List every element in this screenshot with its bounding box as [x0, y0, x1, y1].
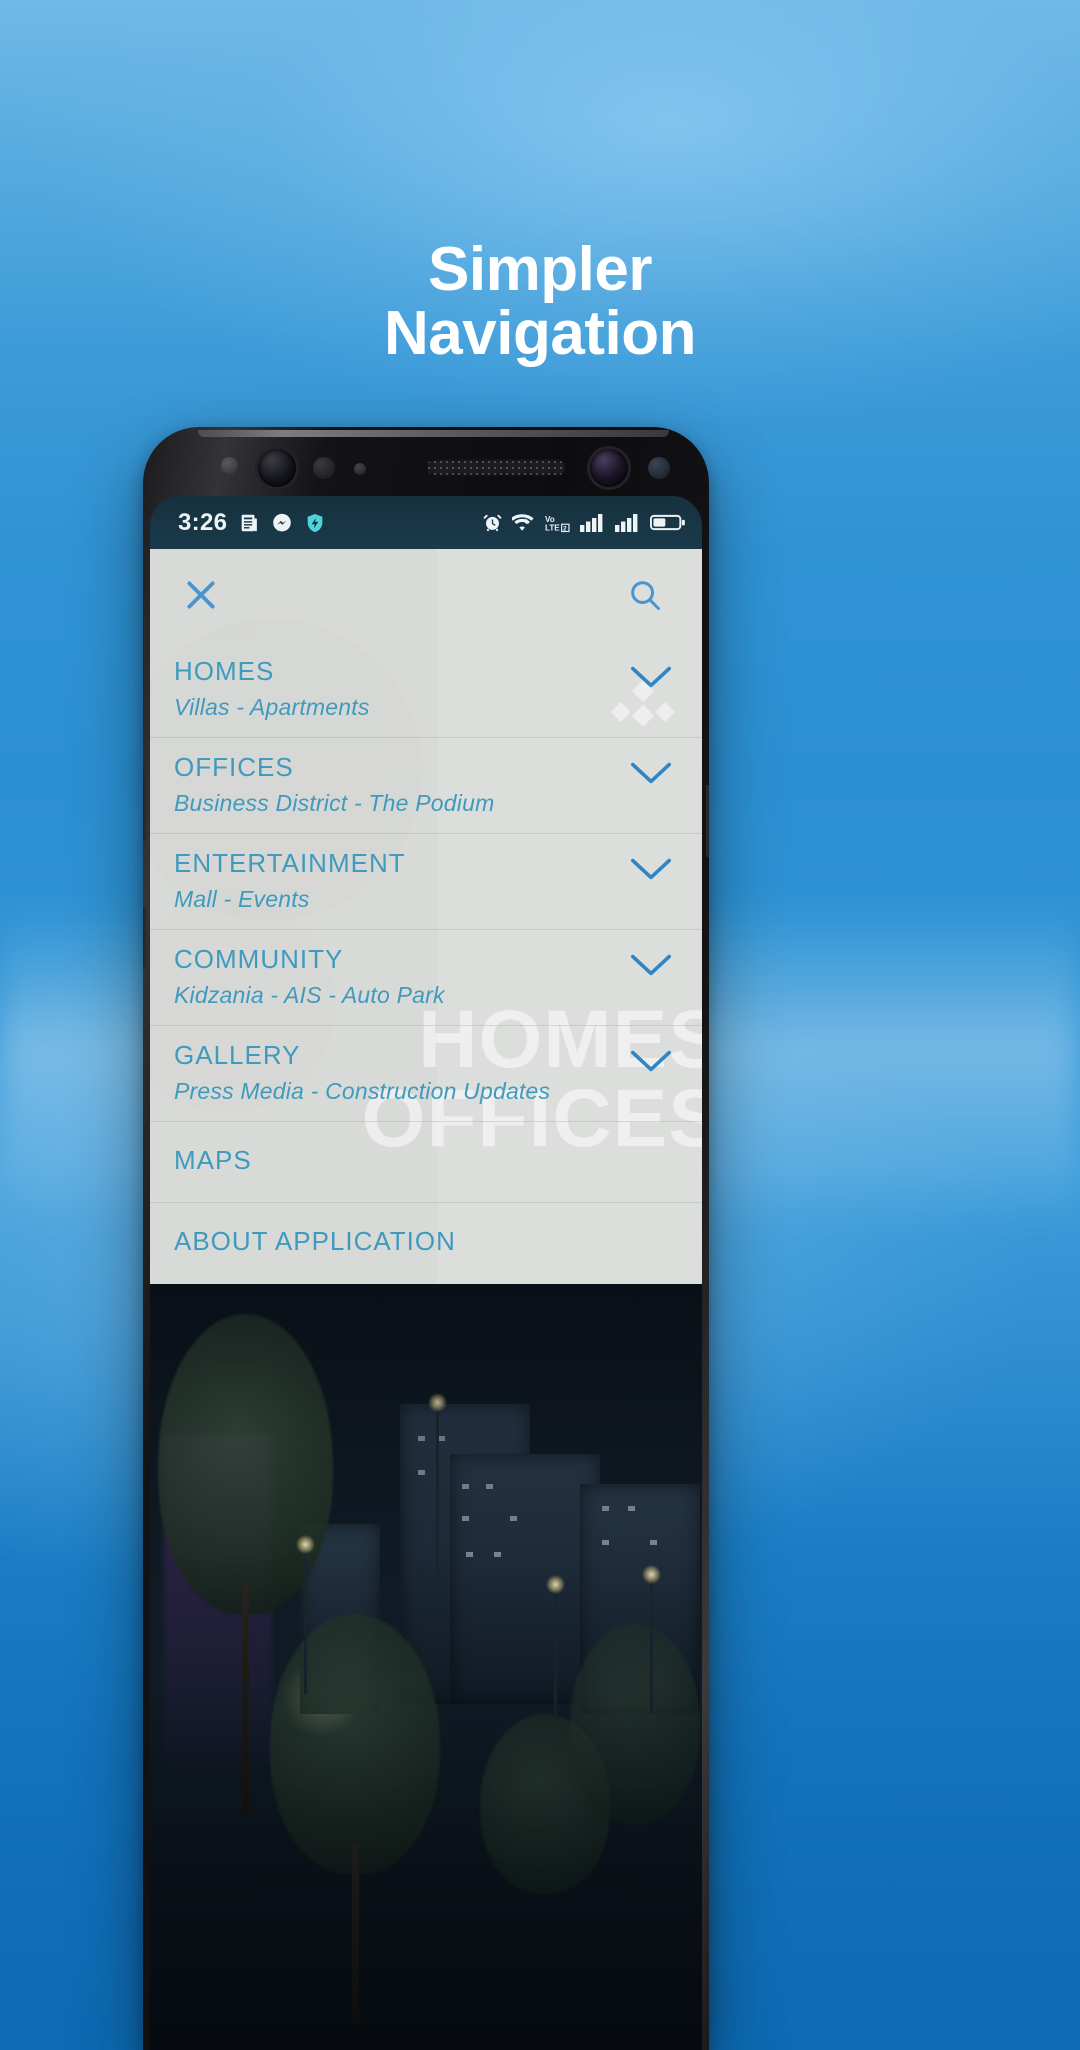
menu-item-subtitle: Business District - The Podium	[174, 790, 495, 816]
alarm-icon	[483, 514, 502, 532]
menu-item-title: GALLERY	[174, 1040, 301, 1070]
secondary-camera-icon	[590, 449, 628, 487]
menu-item-maps[interactable]: MAPS	[150, 1121, 702, 1202]
search-icon	[631, 581, 660, 610]
signal-sim2-icon	[615, 514, 638, 532]
light-sensor-icon	[354, 463, 366, 475]
menu-item-offices[interactable]: OFFICES Business District - The Podium	[150, 737, 702, 833]
messenger-icon	[273, 513, 292, 531]
menu-item-entertainment[interactable]: ENTERTAINMENT Mall - Events	[150, 833, 702, 929]
menu-item-homes[interactable]: HOMES Villas - Apartments	[150, 641, 702, 737]
close-x-icon	[187, 581, 215, 609]
svg-text:2: 2	[563, 525, 567, 532]
phone-screen: 3:26 Vo LTE 2 HOMES OFFICES HOMES Villas…	[150, 496, 702, 2050]
status-bar-right: Vo LTE 2	[482, 512, 686, 534]
shield-icon	[307, 513, 323, 532]
power-button[interactable]	[706, 785, 709, 857]
led-indicator-icon	[648, 457, 670, 479]
volume-down-button[interactable]	[143, 767, 146, 841]
navigation-drawer: HOMES OFFICES HOMES Villas - Apartments …	[150, 549, 702, 1284]
svg-text:LTE: LTE	[545, 523, 560, 532]
front-camera-icon	[258, 449, 296, 487]
menu-item-title: COMMUNITY	[174, 944, 344, 974]
chevron-down-icon[interactable]	[630, 1048, 672, 1074]
menu-item-community[interactable]: COMMUNITY Kidzania - AIS - Auto Park	[150, 929, 702, 1025]
headline-line-1: Simpler	[428, 235, 652, 304]
signal-sim1-icon	[580, 514, 603, 532]
photo-overlay	[150, 1284, 702, 2050]
menu-item-title: MAPS	[174, 1145, 252, 1175]
battery-icon	[650, 514, 685, 531]
earpiece-speaker-icon	[426, 459, 566, 476]
volte-icon: Vo LTE 2	[545, 515, 570, 532]
menu-item-subtitle: Villas - Apartments	[174, 694, 370, 720]
menu-item-title: OFFICES	[174, 752, 294, 782]
chevron-down-icon[interactable]	[630, 856, 672, 882]
drawer-header	[150, 549, 702, 641]
chevron-down-icon[interactable]	[630, 760, 672, 786]
close-button[interactable]	[174, 568, 228, 622]
background-photo	[150, 1284, 702, 2050]
status-bar-left: 3:26	[178, 509, 326, 537]
headline-line-2: Navigation	[384, 298, 696, 368]
search-button[interactable]	[618, 568, 672, 622]
promo-headline: Simpler Navigation	[0, 238, 1080, 366]
proximity-sensor-icon	[221, 457, 238, 474]
status-clock: 3:26	[178, 508, 228, 536]
svg-text:Vo: Vo	[545, 515, 555, 524]
menu-item-title: HOMES	[174, 656, 275, 686]
news-icon	[241, 514, 258, 531]
drawer-menu-list: HOMES Villas - Apartments OFFICES Busine…	[150, 641, 702, 1283]
menu-item-subtitle: Kidzania - AIS - Auto Park	[174, 982, 445, 1008]
wifi-icon	[512, 514, 534, 531]
iris-scanner-icon	[313, 457, 335, 479]
chevron-down-icon[interactable]	[630, 952, 672, 978]
menu-item-subtitle: Mall - Events	[174, 886, 310, 912]
phone-top-edge	[198, 430, 669, 437]
menu-item-about-application[interactable]: ABOUT APPLICATION	[150, 1202, 702, 1283]
phone-mockup: 3:26 Vo LTE 2 HOMES OFFICES HOMES Villas…	[143, 427, 709, 2050]
chevron-down-icon[interactable]	[630, 664, 672, 690]
status-bar: 3:26 Vo LTE 2	[150, 496, 702, 549]
menu-item-title: ABOUT APPLICATION	[174, 1226, 456, 1256]
menu-item-title: ENTERTAINMENT	[174, 848, 406, 878]
volume-up-button[interactable]	[143, 619, 146, 693]
assistant-button[interactable]	[143, 907, 146, 967]
menu-item-gallery[interactable]: GALLERY Press Media - Construction Updat…	[150, 1025, 702, 1121]
menu-item-subtitle: Press Media - Construction Updates	[174, 1078, 551, 1104]
